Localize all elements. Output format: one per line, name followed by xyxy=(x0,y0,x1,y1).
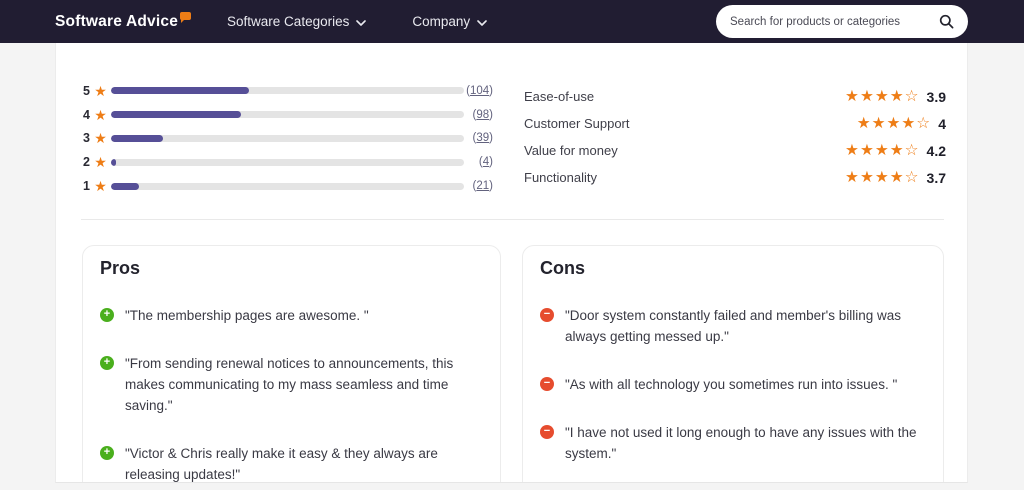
cons-list: − "Door system constantly failed and mem… xyxy=(540,305,921,464)
page: Software Advice Software Categories Comp… xyxy=(0,0,1024,490)
rating-bar-fill xyxy=(111,87,250,95)
search-box xyxy=(716,5,968,38)
star-icon: ★ xyxy=(94,154,107,171)
chevron-down-icon xyxy=(356,19,367,26)
review-quote-text: "As with all technology you sometimes ru… xyxy=(565,377,898,392)
star-icon: ★ xyxy=(94,82,107,99)
review-count-link[interactable]: (104) xyxy=(466,85,493,97)
review-quote-text: "Door system constantly failed and membe… xyxy=(565,308,902,344)
rating-value: 3.9 xyxy=(926,88,946,105)
rating-bar-track xyxy=(111,134,464,142)
rating-categories: Ease-of-use ★★★★☆ 3.9 Customer Support ★… xyxy=(524,83,946,191)
review-quote-text: "The membership pages are awesome. " xyxy=(125,308,369,323)
chevron-down-icon xyxy=(477,19,487,26)
star-level-label: 1 xyxy=(83,179,90,194)
rating-bar-fill xyxy=(111,111,241,119)
review-quote-text: "I have not used it long enough to have … xyxy=(565,425,917,461)
rating-category-row: Customer Support ★★★★☆ 4 xyxy=(524,110,946,137)
star-level-label: 5 xyxy=(83,83,90,98)
quote-sign-icon: + xyxy=(100,446,114,460)
rating-distribution: 5 ★ (104) 4 ★ (98) 3 ★ (39) 2 ★ (4) 1 ★ xyxy=(81,79,493,198)
pros-card: Pros + "The membership pages are awesome… xyxy=(82,245,501,482)
review-count-link[interactable]: (98) xyxy=(473,109,493,121)
rating-value: 4 xyxy=(938,115,946,132)
rating-bar-fill xyxy=(111,134,163,142)
logo-link[interactable]: Software Advice xyxy=(55,11,192,31)
search-icon[interactable] xyxy=(939,14,954,29)
rating-bar-fill xyxy=(111,158,117,166)
review-quote-item: − "As with all technology you sometimes … xyxy=(540,374,921,395)
rating-bar-track xyxy=(111,182,464,190)
review-quote-item: + "From sending renewal notices to annou… xyxy=(100,353,478,416)
review-quote-text: "From sending renewal notices to announc… xyxy=(125,356,454,413)
rating-category-row: Ease-of-use ★★★★☆ 3.9 xyxy=(524,83,946,110)
star-icon: ★ xyxy=(94,130,107,147)
review-quote-item: + "The membership pages are awesome. " xyxy=(100,305,478,326)
rating-distribution-row: 2 ★ (4) xyxy=(81,150,493,174)
rating-category-label: Customer Support xyxy=(524,116,630,131)
logo-speech-bubble-icon xyxy=(180,11,192,23)
review-quote-item: − "I have not used it long enough to hav… xyxy=(540,422,921,464)
rating-distribution-row: 5 ★ (104) xyxy=(81,79,493,103)
quote-sign-icon: − xyxy=(540,425,554,439)
rating-bar-track xyxy=(111,158,464,166)
quote-sign-icon: + xyxy=(100,308,114,322)
search-input[interactable] xyxy=(730,15,939,28)
pros-title: Pros xyxy=(100,258,141,278)
star-level-label: 4 xyxy=(83,107,90,122)
review-count-link[interactable]: (21) xyxy=(473,180,493,192)
nav-software-categories[interactable]: Software Categories xyxy=(227,14,367,29)
rating-distribution-row: 1 ★ (21) xyxy=(81,174,493,198)
star-rating-icons: ★★★★☆ xyxy=(845,141,920,159)
main-nav: Software Categories Company xyxy=(227,14,487,29)
rating-category-label: Ease-of-use xyxy=(524,89,595,104)
star-level-label: 3 xyxy=(83,131,90,146)
section-divider xyxy=(81,219,944,220)
star-level-label: 2 xyxy=(83,155,90,170)
logo-text: Software Advice xyxy=(55,12,179,30)
quote-sign-icon: + xyxy=(100,356,114,370)
rating-bar-track xyxy=(111,87,464,95)
pros-list: + "The membership pages are awesome. " +… xyxy=(100,305,478,482)
star-rating-icons: ★★★★☆ xyxy=(845,87,920,105)
rating-category-row: Functionality ★★★★☆ 3.7 xyxy=(524,164,946,191)
cons-title: Cons xyxy=(540,258,585,278)
review-count-link[interactable]: (39) xyxy=(473,132,493,144)
rating-category-row: Value for money ★★★★☆ 4.2 xyxy=(524,137,946,164)
nav-company[interactable]: Company xyxy=(412,14,487,29)
review-quote-text: "Victor & Chris really make it easy & th… xyxy=(125,446,438,482)
quote-sign-icon: − xyxy=(540,377,554,391)
review-quote-item: + "Victor & Chris really make it easy & … xyxy=(100,443,478,482)
star-icon: ★ xyxy=(94,178,107,195)
rating-distribution-row: 3 ★ (39) xyxy=(81,127,493,151)
star-rating-icons: ★★★★☆ xyxy=(845,168,920,186)
review-quote-item: − "Door system constantly failed and mem… xyxy=(540,305,921,347)
nav-software-categories-label: Software Categories xyxy=(227,14,350,29)
rating-distribution-row: 4 ★ (98) xyxy=(81,103,493,127)
rating-category-label: Value for money xyxy=(524,143,618,158)
star-rating-icons: ★★★★☆ xyxy=(856,114,932,132)
nav-company-label: Company xyxy=(412,14,471,29)
rating-bar-track xyxy=(111,111,464,119)
star-icon: ★ xyxy=(94,106,107,123)
top-navigation-bar: Software Advice Software Categories Comp… xyxy=(0,0,1024,43)
cons-card: Cons − "Door system constantly failed an… xyxy=(522,245,944,482)
quote-sign-icon: − xyxy=(540,308,554,322)
rating-value: 4.2 xyxy=(926,142,946,159)
rating-bar-fill xyxy=(111,182,139,190)
review-count-link[interactable]: (4) xyxy=(479,156,493,168)
rating-value: 3.7 xyxy=(926,169,946,186)
rating-category-label: Functionality xyxy=(524,170,597,185)
content-area: 5 ★ (104) 4 ★ (98) 3 ★ (39) 2 ★ (4) 1 ★ xyxy=(55,43,968,483)
